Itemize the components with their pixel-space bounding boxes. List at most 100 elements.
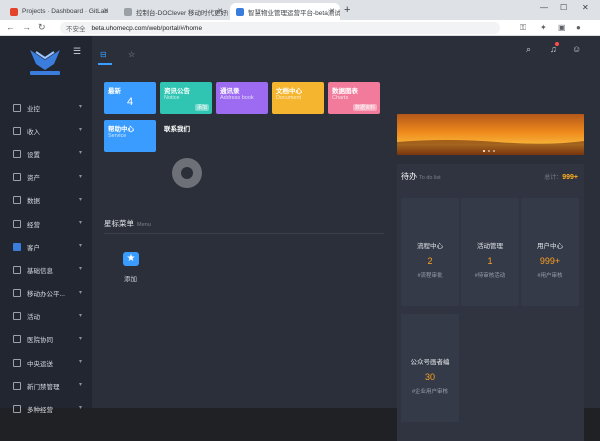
carousel-dot[interactable] xyxy=(493,150,495,152)
menu-icon xyxy=(13,103,21,112)
top-bar: ⊟ ☆ ⌕ ♫ ☺ xyxy=(92,36,600,76)
tab-gitlab[interactable]: Projects · Dashboard · GitLab ✕ xyxy=(4,3,114,20)
sidebar-item[interactable]: 新门禁管理 ▾ xyxy=(0,374,92,397)
menu-icon xyxy=(13,381,21,390)
sidebar-item-label: 设置 xyxy=(27,151,40,159)
sidebar-item[interactable]: 中央运送 ▾ xyxy=(0,351,92,374)
todo-heading: 待办 To do list xyxy=(401,171,441,182)
reload-icon[interactable]: ↻ xyxy=(38,22,46,33)
maximize-icon[interactable]: ☐ xyxy=(560,3,567,12)
sidebar-item[interactable]: 数据 ▾ xyxy=(0,189,92,212)
chevron-down-icon: ▾ xyxy=(78,382,82,389)
sidebar-item[interactable]: 多种经营 ▾ xyxy=(0,397,92,420)
tab-title: 控制台-DOClever 移动时代更好的 xyxy=(136,9,228,17)
tile-charts[interactable]: 数据图表 Charts 数据资料 xyxy=(328,82,380,114)
shortcut-title: 星标菜单 xyxy=(104,219,134,228)
sidebar-item-label: 业控 xyxy=(27,105,40,113)
tile-service[interactable]: 帮助中心 Service xyxy=(104,120,156,152)
loading-spinner xyxy=(172,158,202,188)
tile-notice[interactable]: 资讯公告 Notice 添加 xyxy=(160,82,212,114)
sidebar-item[interactable]: 基础信息 ▾ xyxy=(0,258,92,281)
star-tab-icon[interactable]: ☆ xyxy=(128,50,135,59)
banner-image[interactable] xyxy=(397,114,584,155)
sidebar-item[interactable]: 经营 ▾ xyxy=(0,212,92,235)
tile-subtitle: Charts xyxy=(332,95,349,101)
carousel-dot[interactable] xyxy=(488,150,490,152)
sidebar-item-label: 经营 xyxy=(27,221,40,229)
tile-title: 最新 xyxy=(108,88,121,95)
chevron-down-icon: ▾ xyxy=(78,196,82,203)
tile-title: 通讯录 xyxy=(220,88,240,95)
app-window: ☰ 业控 ▾ 收入 ▾ 设置 ▾ 资产 ▾ 数据 ▾ 经营 ▾ 客户 ▾ 基础信息 ▾ 移动办公… xyxy=(0,36,600,441)
notification-badge xyxy=(555,42,559,46)
sidebar-item[interactable]: 收入 ▾ xyxy=(0,119,92,142)
sidebar-item-label: 资产 xyxy=(27,175,40,183)
new-tab-button[interactable]: + xyxy=(344,4,350,16)
sidebar-item[interactable]: 移动办公平... ▾ xyxy=(0,282,92,305)
shortcut-heading: 星标菜单 Menu xyxy=(104,218,151,229)
todo-panel: 待办 To do list 总计：999+ 流程中心 2 #流程审批 活动管理 1… xyxy=(397,164,584,441)
url-field[interactable]: 不安全 beta.uhomecp.com/web/portal/#/home xyxy=(60,22,500,34)
divider xyxy=(104,233,384,234)
back-icon[interactable]: ← xyxy=(6,22,15,32)
tile-address-book[interactable]: 通讯录 Address book xyxy=(216,82,268,114)
tile-subtitle: Service xyxy=(108,133,127,139)
tile-badge: 添加 xyxy=(194,104,209,111)
todo-cell[interactable]: 活动管理 1 #待审核活动 xyxy=(461,198,519,306)
menu-toggle-icon[interactable]: ☰ xyxy=(73,46,81,57)
sidebar-item[interactable]: 业控 ▾ xyxy=(0,96,92,119)
sidebar-item[interactable]: 客户 ▾ xyxy=(0,235,92,258)
sidebar-item[interactable]: 设置 ▾ xyxy=(0,142,92,165)
todo-cell[interactable]: 流程中心 2 #流程审批 xyxy=(401,198,459,306)
tab-title: Projects · Dashboard · GitLab xyxy=(22,8,108,15)
add-shortcut-label: 添加 xyxy=(124,276,137,283)
chevron-down-icon: ▾ xyxy=(78,312,82,319)
todo-cell-value: 1 xyxy=(487,256,493,266)
sidebar-item[interactable]: 医院协同 ▾ xyxy=(0,328,92,351)
todo-cell-sub: #待审核活动 xyxy=(474,273,506,279)
site-icon xyxy=(236,7,244,16)
chevron-down-icon: ▾ xyxy=(78,289,82,296)
todo-cell[interactable]: 公众号画者编 30 #企业用户审核 xyxy=(401,314,459,422)
user-icon[interactable]: ☺ xyxy=(572,44,581,54)
menu-icon xyxy=(13,335,21,344)
close-icon[interactable]: ✕ xyxy=(329,7,335,15)
close-icon[interactable]: ✕ xyxy=(217,7,223,15)
todo-subtitle: To do list xyxy=(419,175,441,181)
tile-contact[interactable]: 联系我们 xyxy=(160,120,212,152)
sidebar-item[interactable]: 资产 ▾ xyxy=(0,166,92,189)
home-tab-icon[interactable]: ⊟ xyxy=(98,50,112,65)
todo-cell-value: 30 xyxy=(424,372,435,382)
tab-doclever[interactable]: 控制台-DOClever 移动时代更好的 ✕ xyxy=(118,3,228,20)
minimize-icon[interactable]: — xyxy=(540,3,548,12)
menu-icon xyxy=(13,126,21,135)
todo-cell[interactable]: 用户中心 999+ #用户审核 xyxy=(521,198,579,306)
key-icon[interactable]: ⚿ xyxy=(520,23,526,33)
window-close-icon[interactable]: ✕ xyxy=(582,3,589,12)
tab-beta[interactable]: 智慧物业管理运营平台-beta测试 ✕ xyxy=(230,3,340,20)
todo-cell-label: 流程中心 xyxy=(417,243,443,250)
profile-icon[interactable]: ● xyxy=(576,23,581,32)
forward-icon[interactable]: → xyxy=(22,22,31,32)
sidebar-item-label: 中央运送 xyxy=(27,360,53,368)
todo-total: 总计：999+ xyxy=(544,172,578,181)
todo-total-label: 总计： xyxy=(544,175,563,181)
tile-document[interactable]: 文档中心 Document xyxy=(272,82,324,114)
logo xyxy=(30,50,60,75)
carousel-dot[interactable] xyxy=(483,150,485,152)
sidebar-icon[interactable]: ▣ xyxy=(558,23,566,32)
sidebar-item[interactable]: 活动 ▾ xyxy=(0,305,92,328)
extensions-icon[interactable]: ✦ xyxy=(540,23,547,32)
menu-icon xyxy=(13,265,21,274)
todo-total-value: 999+ xyxy=(562,174,578,181)
gitlab-icon xyxy=(10,7,18,16)
tile-latest[interactable]: 最新 4 xyxy=(104,82,156,114)
todo-title: 待办 xyxy=(401,172,417,181)
todo-cell-value: 999+ xyxy=(539,256,561,266)
sidebar-item-label: 新门禁管理 xyxy=(27,383,60,391)
close-icon[interactable]: ✕ xyxy=(103,7,109,15)
security-warning[interactable]: 不安全 xyxy=(66,23,86,33)
add-shortcut-button[interactable]: ★ xyxy=(123,252,139,266)
sidebar-item-label: 基础信息 xyxy=(27,267,53,275)
search-icon[interactable]: ⌕ xyxy=(526,44,531,55)
